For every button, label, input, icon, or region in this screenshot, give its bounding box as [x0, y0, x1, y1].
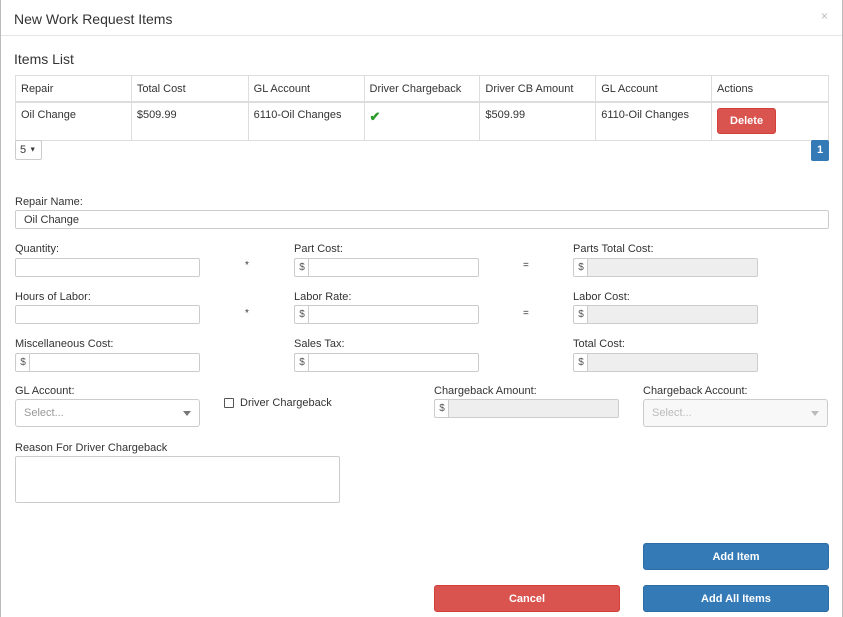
sales-tax-input[interactable]: $: [294, 353, 479, 372]
parts-total-cost-field: [587, 258, 758, 277]
items-table: Repair Total Cost GL Account Driver Char…: [15, 75, 829, 141]
part-cost-input[interactable]: $: [294, 258, 479, 277]
driver-chargeback-checkbox[interactable]: [224, 398, 234, 408]
labor-rate-field[interactable]: [308, 305, 479, 324]
checkmark-icon: ✔: [369, 108, 381, 124]
chargeback-amount-input: $: [434, 399, 619, 418]
col-header-driver-chargeback[interactable]: Driver Chargeback: [363, 75, 481, 103]
col-header-driver-cb-amount[interactable]: Driver CB Amount: [479, 75, 597, 103]
cell-total-cost: $509.99: [130, 101, 249, 141]
sales-tax-label: Sales Tax:: [294, 338, 345, 350]
items-list-title: Items List: [14, 51, 74, 67]
dollar-addon: $: [294, 353, 309, 372]
labor-cost-label: Labor Cost:: [573, 291, 630, 303]
part-cost-label: Part Cost:: [294, 243, 343, 255]
misc-cost-label: Miscellaneous Cost:: [15, 338, 114, 350]
cell-driver-cb-amount: $509.99: [479, 101, 597, 141]
work-request-items-modal: New Work Request Items × Items List Repa…: [0, 0, 843, 617]
col-header-gl-account-2[interactable]: GL Account: [595, 75, 713, 103]
dollar-addon: $: [573, 258, 588, 277]
gl-account-label: GL Account:: [15, 385, 75, 397]
gl-account-placeholder: Select...: [24, 407, 64, 419]
reason-label: Reason For Driver Chargeback: [15, 442, 168, 454]
parts-total-cost-input: $: [573, 258, 758, 277]
page-size-value: 5: [20, 144, 27, 156]
page-size-dropdown[interactable]: 5 ▼: [15, 140, 42, 160]
repair-name-label: Repair Name:: [15, 196, 83, 208]
cell-gl-account: 6110-Oil Changes: [247, 101, 365, 141]
labor-rate-input[interactable]: $: [294, 305, 479, 324]
table-header-row: Repair Total Cost GL Account Driver Char…: [15, 75, 829, 103]
labor-rate-label: Labor Rate:: [294, 291, 352, 303]
multiply-operator: *: [245, 308, 249, 319]
misc-cost-field[interactable]: [29, 353, 200, 372]
total-cost-field: [587, 353, 758, 372]
chargeback-account-placeholder: Select...: [652, 407, 692, 419]
total-cost-label: Total Cost:: [573, 338, 625, 350]
repair-name-input[interactable]: Oil Change: [15, 210, 829, 229]
caret-down-icon: ▼: [29, 146, 37, 154]
col-header-repair[interactable]: Repair: [15, 75, 132, 103]
add-item-button[interactable]: Add Item: [643, 543, 829, 570]
add-all-items-button[interactable]: Add All Items: [643, 585, 829, 612]
col-header-actions: Actions: [711, 75, 829, 103]
hours-of-labor-label: Hours of Labor:: [15, 291, 91, 303]
reason-textarea[interactable]: [15, 456, 340, 503]
parts-total-cost-label: Parts Total Cost:: [573, 243, 654, 255]
gl-account-select[interactable]: Select...: [15, 399, 200, 427]
modal-title: New Work Request Items: [14, 11, 173, 27]
col-header-total-cost[interactable]: Total Cost: [130, 75, 249, 103]
cell-driver-chargeback: ✔: [363, 101, 481, 141]
cell-actions: Delete: [711, 101, 829, 141]
dollar-addon: $: [434, 399, 449, 418]
chargeback-account-select: Select...: [643, 399, 828, 427]
modal-header: New Work Request Items ×: [1, 0, 842, 36]
close-icon[interactable]: ×: [821, 9, 828, 23]
labor-cost-input: $: [573, 305, 758, 324]
dollar-addon: $: [573, 353, 588, 372]
chevron-down-icon: [811, 411, 819, 416]
chevron-down-icon: [183, 411, 191, 416]
table-row: Oil Change $509.99 6110-Oil Changes ✔ $5…: [15, 101, 829, 141]
cancel-button[interactable]: Cancel: [434, 585, 620, 612]
multiply-operator: *: [245, 260, 249, 271]
cell-repair: Oil Change: [15, 101, 132, 141]
total-cost-input: $: [573, 353, 758, 372]
driver-chargeback-label[interactable]: Driver Chargeback: [240, 397, 332, 409]
dollar-addon: $: [294, 258, 309, 277]
dollar-addon: $: [573, 305, 588, 324]
dollar-addon: $: [294, 305, 309, 324]
col-header-gl-account[interactable]: GL Account: [247, 75, 365, 103]
delete-button[interactable]: Delete: [717, 107, 777, 134]
dollar-addon: $: [15, 353, 30, 372]
chargeback-amount-label: Chargeback Amount:: [434, 385, 537, 397]
hours-of-labor-input[interactable]: [15, 305, 200, 324]
labor-cost-field: [587, 305, 758, 324]
part-cost-field[interactable]: [308, 258, 479, 277]
equals-operator: =: [523, 308, 529, 319]
chargeback-account-label: Chargeback Account:: [643, 385, 748, 397]
quantity-input[interactable]: [15, 258, 200, 277]
chargeback-amount-field: [448, 399, 619, 418]
quantity-label: Quantity:: [15, 243, 60, 255]
cell-gl-account-2: 6110-Oil Changes: [595, 101, 713, 141]
equals-operator: =: [523, 260, 529, 271]
sales-tax-field[interactable]: [308, 353, 479, 372]
pagination-page-1[interactable]: 1: [811, 140, 829, 161]
misc-cost-input[interactable]: $: [15, 353, 200, 372]
